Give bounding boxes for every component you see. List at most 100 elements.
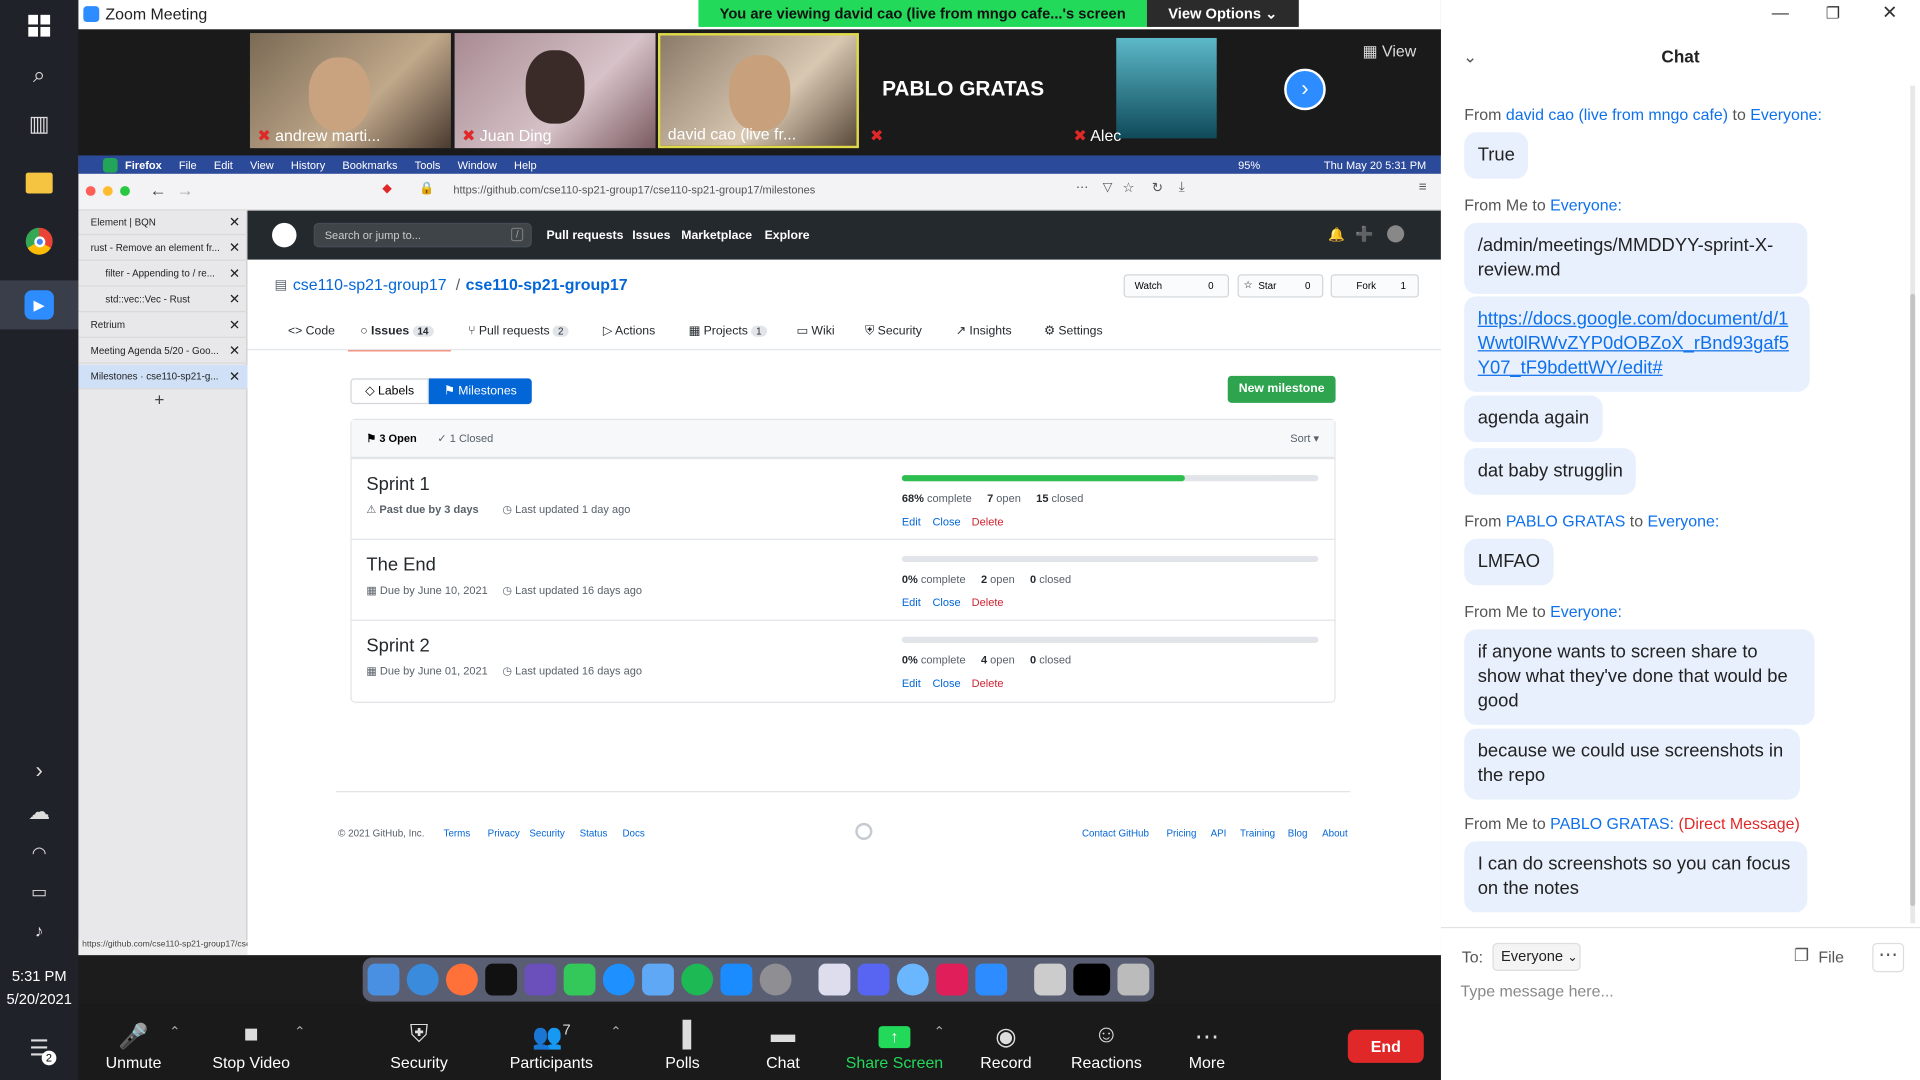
windows-start-icon[interactable] bbox=[20, 6, 59, 45]
nav-pull-requests[interactable]: Pull requests bbox=[546, 229, 623, 242]
discord-icon[interactable] bbox=[857, 963, 890, 996]
delete-link[interactable]: Delete bbox=[972, 596, 1004, 608]
minimize-window-icon[interactable] bbox=[102, 186, 113, 196]
battery-icon[interactable]: ▭ bbox=[20, 872, 59, 911]
edit-link[interactable]: Edit bbox=[902, 596, 921, 608]
mac-clock[interactable]: Thu May 20 5:31 PM bbox=[1324, 159, 1426, 171]
avatar[interactable] bbox=[1387, 225, 1405, 243]
clock-date[interactable]: 5/20/2021 bbox=[0, 991, 78, 1008]
zoom-app-icon[interactable] bbox=[975, 963, 1008, 996]
footer-link[interactable]: Privacy bbox=[488, 828, 520, 839]
clock-time[interactable]: 5:31 PM bbox=[0, 967, 78, 984]
tab-item[interactable]: Retrium ✕ bbox=[78, 313, 248, 338]
file-button[interactable]: File bbox=[1818, 948, 1844, 966]
milestone-title[interactable]: The End bbox=[366, 555, 435, 576]
notifications-icon[interactable]: ☰ 2 bbox=[20, 1029, 59, 1068]
chevron-right-icon[interactable]: › bbox=[20, 751, 59, 790]
forward-arrow-icon[interactable]: → bbox=[176, 180, 193, 200]
menu-item[interactable]: Edit bbox=[214, 159, 233, 171]
tab-pull-requests[interactable]: ⑂ Pull requests 2 bbox=[468, 324, 569, 338]
milestones-button[interactable]: ⚑ Milestones bbox=[428, 378, 532, 405]
participants-caret-icon[interactable]: ⌃ bbox=[610, 1024, 621, 1040]
delete-link[interactable]: Delete bbox=[972, 516, 1004, 528]
footer-link[interactable]: Terms bbox=[444, 828, 471, 839]
delete-link[interactable]: Delete bbox=[972, 677, 1004, 689]
trash-icon[interactable] bbox=[1117, 963, 1150, 996]
participants-button[interactable]: 👥7 Participants bbox=[496, 1004, 606, 1080]
menu-item[interactable]: Firefox bbox=[125, 159, 162, 171]
back-arrow-icon[interactable]: ← bbox=[149, 180, 166, 200]
star-button[interactable]: ☆ Star 0 bbox=[1237, 274, 1324, 298]
menu-item[interactable]: File bbox=[179, 159, 197, 171]
footer-link[interactable]: API bbox=[1211, 828, 1227, 839]
video-tile[interactable]: ✖ Juan Ding bbox=[454, 33, 656, 149]
google-doc-link[interactable]: https://docs.google.com/document/d/1Wwt0… bbox=[1478, 309, 1789, 379]
close-window-icon[interactable]: ✕ bbox=[1882, 1, 1897, 23]
finder-icon[interactable] bbox=[367, 963, 400, 996]
tab-code[interactable]: <> Code bbox=[288, 324, 335, 337]
menu-item[interactable]: History bbox=[291, 159, 325, 171]
chat-scrollbar[interactable] bbox=[1910, 85, 1916, 924]
edit-link[interactable]: Edit bbox=[902, 516, 921, 528]
repo-name-link[interactable]: cse110-sp21-group17 bbox=[466, 276, 628, 294]
video-tile[interactable]: ✖ andrew marti... bbox=[249, 33, 451, 149]
menu-item[interactable]: Window bbox=[458, 159, 497, 171]
system-preferences-icon[interactable] bbox=[759, 963, 792, 996]
restore-window-icon[interactable]: ❐ bbox=[1826, 4, 1840, 24]
safari-icon[interactable] bbox=[406, 963, 439, 996]
footer-link[interactable]: Security bbox=[529, 828, 564, 839]
record-button[interactable]: ◉ Record bbox=[951, 1004, 1061, 1080]
minimize-window-icon[interactable]: — bbox=[1772, 2, 1789, 22]
tab-security[interactable]: ⛨ Security bbox=[865, 324, 922, 337]
tab-projects[interactable]: ▦ Projects 1 bbox=[689, 324, 767, 338]
sort-dropdown[interactable]: Sort ▾ bbox=[1290, 432, 1319, 445]
menu-item[interactable]: Tools bbox=[415, 159, 441, 171]
plus-icon[interactable]: ➕ bbox=[1355, 225, 1373, 242]
close-tab-icon[interactable]: ✕ bbox=[229, 266, 240, 282]
share-options-caret-icon[interactable]: ⌃ bbox=[934, 1024, 945, 1040]
messenger-icon[interactable] bbox=[602, 963, 635, 996]
security-button[interactable]: ⛨ Security bbox=[364, 1004, 474, 1080]
file-explorer-icon[interactable] bbox=[20, 163, 59, 202]
milestone-title[interactable]: Sprint 1 bbox=[366, 474, 429, 495]
menu-item[interactable]: Help bbox=[514, 159, 537, 171]
new-tab-button[interactable]: + bbox=[154, 389, 164, 409]
app-store-icon[interactable] bbox=[720, 963, 753, 996]
maximize-window-icon[interactable] bbox=[120, 186, 130, 196]
close-tab-icon[interactable]: ✕ bbox=[229, 343, 240, 359]
tab-item[interactable]: filter - Appending to / re... ✕ bbox=[78, 262, 248, 287]
close-tab-icon[interactable]: ✕ bbox=[229, 369, 240, 385]
preview-icon[interactable] bbox=[818, 963, 851, 996]
labels-button[interactable]: ◇ Labels bbox=[350, 378, 429, 405]
footer-link[interactable]: About bbox=[1322, 828, 1348, 839]
footer-link[interactable]: Training bbox=[1240, 828, 1275, 839]
next-page-arrow-icon[interactable]: › bbox=[1284, 68, 1326, 111]
new-milestone-button[interactable]: New milestone bbox=[1227, 375, 1336, 403]
close-tab-icon[interactable]: ✕ bbox=[229, 214, 240, 231]
audio-options-caret-icon[interactable]: ⌃ bbox=[169, 1024, 180, 1040]
close-link[interactable]: Close bbox=[932, 677, 960, 689]
terminal-icon[interactable] bbox=[485, 963, 518, 996]
tab-item[interactable]: Element | BQN ✕ bbox=[78, 211, 248, 236]
view-options-button[interactable]: View Options ⌄ bbox=[1146, 0, 1299, 27]
zoom-viewer-icon[interactable] bbox=[896, 963, 929, 996]
onedrive-icon[interactable]: ☁ bbox=[20, 792, 59, 831]
file-icon[interactable]: ❐ bbox=[1794, 945, 1809, 966]
end-meeting-button[interactable]: End bbox=[1347, 1029, 1424, 1063]
video-tile-active-speaker[interactable]: david cao (live fr... bbox=[657, 33, 859, 149]
footer-link[interactable]: Blog bbox=[1288, 828, 1308, 839]
open-filter[interactable]: ⚑ 3 Open bbox=[366, 432, 416, 445]
nav-marketplace[interactable]: Marketplace bbox=[681, 229, 752, 242]
video-options-caret-icon[interactable]: ⌃ bbox=[294, 1024, 305, 1040]
tab-actions[interactable]: ▷ Actions bbox=[603, 324, 655, 337]
close-tab-icon[interactable]: ✕ bbox=[229, 240, 240, 256]
emacs-icon[interactable] bbox=[524, 963, 557, 996]
messages-icon[interactable] bbox=[563, 963, 596, 996]
firefox-icon[interactable] bbox=[446, 963, 478, 996]
more-button[interactable]: ⋯ More bbox=[1152, 1004, 1262, 1080]
nav-explore[interactable]: Explore bbox=[765, 229, 810, 242]
reactions-button[interactable]: ☺ Reactions bbox=[1051, 1004, 1161, 1080]
mail-icon[interactable] bbox=[642, 963, 674, 996]
tab-settings[interactable]: ⚙ Settings bbox=[1044, 324, 1103, 337]
fork-button[interactable]: Fork 1 bbox=[1330, 274, 1419, 298]
